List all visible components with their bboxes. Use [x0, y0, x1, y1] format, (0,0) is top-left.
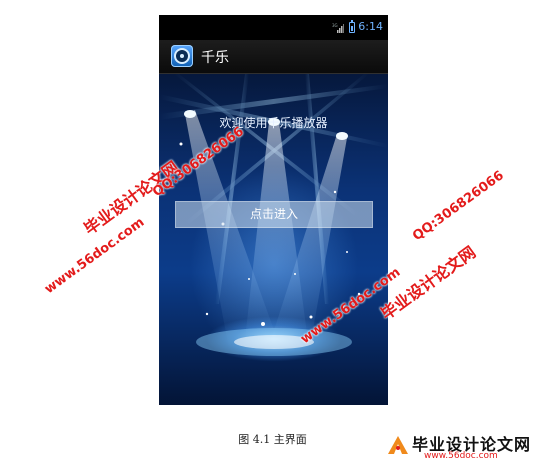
- document-page: 3G 6:14 千乐 欢迎使用千乐播放器 点击进入 毕业设计论文网 QQ:306…: [0, 0, 545, 466]
- network-label: 3G: [332, 23, 338, 28]
- signal-icon: 3G: [332, 23, 344, 33]
- enter-button[interactable]: 点击进入: [175, 201, 373, 228]
- status-time: 6:14: [358, 20, 383, 33]
- welcome-text: 欢迎使用千乐播放器: [219, 116, 328, 130]
- phone-screen: 3G 6:14 千乐 欢迎使用千乐播放器 点击进入: [159, 15, 388, 405]
- logo-url: www.56doc.com: [424, 451, 498, 461]
- logo-mark-icon: [388, 436, 408, 454]
- watermark-qq-2: QQ:306826066: [410, 168, 507, 245]
- welcome-stage: 欢迎使用千乐播放器 点击进入: [159, 74, 388, 405]
- app-title: 千乐: [201, 50, 229, 66]
- status-bar: 3G 6:14: [159, 15, 388, 40]
- battery-icon: [349, 20, 355, 33]
- site-logo: 毕业设计论文网 www.56doc.com: [386, 431, 536, 461]
- music-disc-icon[interactable]: [171, 45, 193, 67]
- action-bar: 千乐: [159, 40, 388, 74]
